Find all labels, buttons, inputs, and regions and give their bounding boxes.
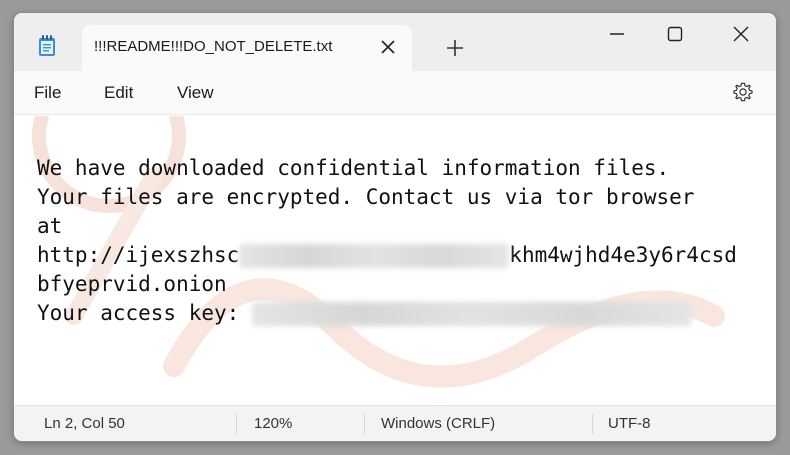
menu-view[interactable]: View <box>177 83 214 103</box>
maximize-icon[interactable] <box>664 23 686 45</box>
text-line-1: We have downloaded confidential informat… <box>37 156 670 180</box>
text-editor[interactable]: We have downloaded confidential informat… <box>14 116 776 406</box>
tab-readme[interactable]: !!!README!!!DO_NOT_DELETE.txt <box>82 25 412 71</box>
status-divider <box>364 414 365 434</box>
zoom-level: 120% <box>254 415 293 432</box>
new-tab-plus-icon[interactable] <box>446 39 464 57</box>
url-suffix: khm4wjhd4e3y6r4csd <box>509 243 737 267</box>
tab-title: !!!README!!!DO_NOT_DELETE.txt <box>94 38 333 55</box>
title-bar: !!!README!!!DO_NOT_DELETE.txt <box>14 13 776 71</box>
gear-icon[interactable] <box>732 81 754 103</box>
status-bar: Ln 2, Col 50 120% Windows (CRLF) UTF-8 <box>14 405 776 441</box>
access-key-label: Your access key: <box>37 301 252 325</box>
menu-edit[interactable]: Edit <box>104 83 133 103</box>
url-prefix: http://ijexszhsc <box>37 243 240 267</box>
notepad-window: !!!README!!!DO_NOT_DELETE.txt File Edit … <box>14 13 776 441</box>
close-window-icon[interactable] <box>730 23 752 45</box>
menu-file[interactable]: File <box>34 83 61 103</box>
notepad-icon <box>39 35 55 56</box>
redacted-url-segment <box>239 244 510 268</box>
status-divider <box>592 414 593 434</box>
text-line-5: bfyeprvid.onion <box>37 272 227 296</box>
redacted-access-key <box>251 302 692 326</box>
minimize-icon[interactable] <box>606 23 628 45</box>
status-divider <box>236 414 237 434</box>
line-ending: Windows (CRLF) <box>381 415 496 432</box>
menu-bar: File Edit View <box>14 71 776 115</box>
text-line-2: Your files are encrypted. Contact us via… <box>37 185 695 209</box>
text-line-6: Your access key: <box>37 299 692 328</box>
close-tab-icon[interactable] <box>380 39 396 55</box>
text-line-4: http://ijexszhsc khm4wjhd4e3y6r4csd <box>37 241 737 270</box>
cursor-position: Ln 2, Col 50 <box>44 415 125 432</box>
text-line-3: at <box>37 214 63 238</box>
encoding: UTF-8 <box>608 415 651 432</box>
